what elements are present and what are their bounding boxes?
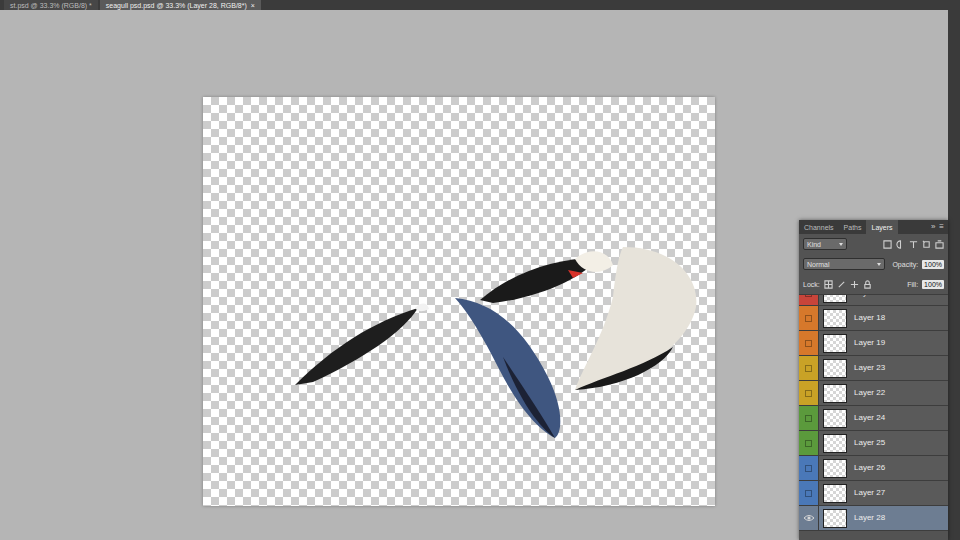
layer-visibility-cell[interactable]: [799, 306, 819, 330]
layer-row[interactable]: Layer 19: [799, 331, 948, 356]
filter-row: Kind: [799, 234, 948, 254]
layer-name[interactable]: Layer 27: [854, 487, 885, 499]
layer-row[interactable]: Layer 18: [799, 306, 948, 331]
layer-thumbnail: [823, 459, 847, 478]
layer-row[interactable]: Layer 27: [799, 481, 948, 506]
layer-visibility-cell[interactable]: [799, 331, 819, 355]
lock-all-icon[interactable]: [863, 280, 872, 289]
lock-position-icon[interactable]: [850, 280, 859, 289]
layer-thumbnail: [823, 509, 847, 528]
adjustment-filter-icon[interactable]: [896, 240, 905, 249]
layer-thumbnail: [823, 484, 847, 503]
blend-row: Normal Opacity: 100%: [799, 254, 948, 274]
document-tab[interactable]: seagull psd.psd @ 33.3% (Layer 28, RGB/8…: [100, 0, 261, 10]
layer-thumbnail: [823, 359, 847, 378]
layers-list: Layer 17 Layer 18 Layer 19 Layer 23 Layer 22…: [799, 294, 948, 540]
layer-thumbnail: [823, 309, 847, 328]
document-canvas[interactable]: [203, 97, 715, 506]
layer-name[interactable]: Layer 23: [854, 362, 885, 374]
layer-thumbnail: [823, 384, 847, 403]
color-label: [805, 294, 812, 297]
layer-name[interactable]: Layer 24: [854, 412, 885, 424]
color-label: [805, 490, 812, 497]
layer-row[interactable]: Layer 25: [799, 431, 948, 456]
layer-visibility-cell[interactable]: [799, 294, 819, 305]
panel-tab-bar: ChannelsPathsLayers » ≡: [799, 220, 948, 234]
layer-visibility-cell[interactable]: [799, 356, 819, 380]
panel-tab[interactable]: Paths: [839, 220, 867, 234]
layer-row[interactable]: Layer 26: [799, 456, 948, 481]
document-tab-bar: st.psd @ 33.3% (RGB/8) *seagull psd.psd …: [0, 0, 960, 10]
fill-label: Fill:: [907, 281, 918, 288]
color-label: [805, 465, 812, 472]
layer-row[interactable]: Layer 23: [799, 356, 948, 381]
layer-visibility-cell[interactable]: [799, 506, 819, 530]
lock-transparency-icon[interactable]: [824, 280, 833, 289]
opacity-label: Opacity:: [892, 261, 918, 268]
layer-row[interactable]: Layer 28: [799, 506, 948, 531]
smart-object-filter-icon[interactable]: [935, 240, 944, 249]
panel-tab[interactable]: Layers: [866, 220, 897, 234]
document-tab[interactable]: st.psd @ 33.3% (RGB/8) *: [4, 0, 98, 10]
lock-label: Lock:: [803, 281, 820, 288]
fill-field[interactable]: 100%: [922, 280, 944, 289]
layer-thumbnail: [823, 334, 847, 353]
opacity-field[interactable]: 100%: [922, 260, 944, 269]
layer-name[interactable]: Layer 28: [854, 512, 885, 524]
color-label: [805, 390, 812, 397]
layer-name[interactable]: Layer 18: [854, 312, 885, 324]
color-label: [805, 365, 812, 372]
layer-thumbnail: [823, 434, 847, 453]
panel-tab[interactable]: Channels: [799, 220, 839, 234]
lock-row: Lock: Fill: 100%: [799, 274, 948, 294]
layer-visibility-cell[interactable]: [799, 406, 819, 430]
color-label: [805, 315, 812, 322]
color-label: [805, 340, 812, 347]
layer-visibility-cell[interactable]: [799, 381, 819, 405]
layer-row[interactable]: Layer 17: [799, 294, 948, 306]
panel-dock-strip: [948, 10, 960, 540]
layer-row[interactable]: Layer 22: [799, 381, 948, 406]
layer-thumbnail: [823, 294, 847, 303]
photoshop-window: st.psd @ 33.3% (RGB/8) *seagull psd.psd …: [0, 0, 960, 540]
layer-name[interactable]: Layer 22: [854, 387, 885, 399]
layer-visibility-cell[interactable]: [799, 481, 819, 505]
seagulls-photo: [203, 97, 715, 506]
close-tab-button[interactable]: ×: [251, 2, 255, 9]
canvas-area: ChannelsPathsLayers » ≡ Kind Normal Opacity: 1…: [0, 10, 948, 540]
layer-row[interactable]: Layer 24: [799, 406, 948, 431]
layers-panel: ChannelsPathsLayers » ≡ Kind Normal Opacity: 1…: [799, 220, 948, 540]
layer-visibility-cell[interactable]: [799, 431, 819, 455]
layer-thumbnail: [823, 409, 847, 428]
lock-paint-icon[interactable]: [837, 280, 846, 289]
layer-name[interactable]: Layer 17: [854, 294, 885, 299]
collapse-button[interactable]: »: [931, 223, 935, 231]
color-label: [805, 440, 812, 447]
layer-name[interactable]: Layer 25: [854, 437, 885, 449]
panel-menu-button[interactable]: ≡: [939, 223, 944, 231]
layer-name[interactable]: Layer 26: [854, 462, 885, 474]
color-label: [805, 415, 812, 422]
type-filter-icon[interactable]: [909, 240, 918, 249]
filter-kind-select[interactable]: Kind: [803, 238, 847, 250]
blend-mode-select[interactable]: Normal: [803, 258, 885, 270]
layer-visibility-cell[interactable]: [799, 456, 819, 480]
pixel-filter-icon[interactable]: [883, 240, 892, 249]
eye-icon[interactable]: [803, 514, 815, 522]
layer-name[interactable]: Layer 19: [854, 337, 885, 349]
shape-filter-icon[interactable]: [922, 240, 931, 249]
